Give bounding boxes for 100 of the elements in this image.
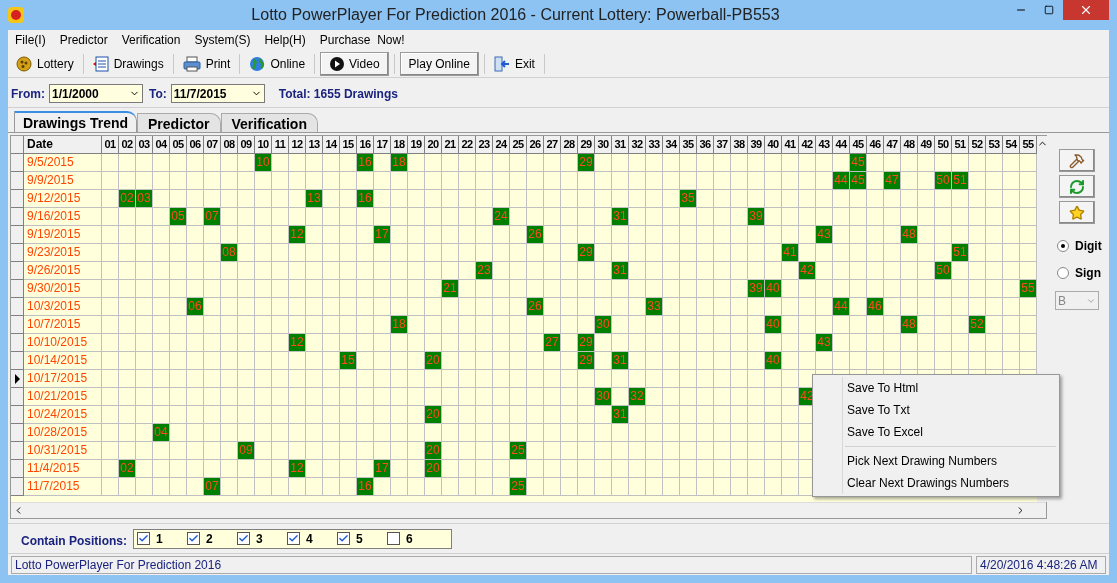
position-label: 1 — [156, 530, 163, 548]
number-cell: 47 — [884, 172, 900, 189]
context-menu-item[interactable]: Save To Txt — [813, 399, 1059, 421]
number-cell: 05 — [170, 208, 186, 225]
checkbox[interactable] — [287, 532, 300, 545]
menu-item[interactable]: Predictor — [59, 31, 108, 49]
column-header: 31 — [612, 136, 629, 154]
context-menu-item[interactable]: Save To Excel — [813, 421, 1059, 443]
number-cell: 50 — [935, 262, 951, 279]
play-icon — [329, 55, 346, 72]
menu-item[interactable]: Help(H) — [264, 31, 306, 49]
number-cell: 20 — [425, 460, 441, 477]
number-cell: 17 — [374, 226, 390, 243]
column-header: 11 — [272, 136, 289, 154]
number-cell: 45 — [850, 154, 866, 171]
number-cell: 44 — [833, 298, 849, 315]
date-cell-text: 9/26/2015 — [26, 262, 82, 279]
radio-button[interactable] — [1057, 240, 1069, 252]
row-header[interactable] — [11, 370, 24, 388]
from-date-dropdown[interactable]: 1/1/2000 — [49, 84, 143, 103]
hammer-icon — [1069, 152, 1085, 169]
side-button[interactable] — [1059, 149, 1095, 172]
tab[interactable]: Predictor — [137, 113, 221, 132]
column-header: 24 — [493, 136, 510, 154]
number-cell: 55 — [1020, 280, 1036, 297]
number-cell: 29 — [578, 154, 594, 171]
date-cell-text: 10/17/2015 — [26, 370, 89, 387]
globe-icon — [249, 55, 266, 72]
column-header: 44 — [833, 136, 850, 154]
toolbar-button[interactable]: Play Online — [399, 51, 479, 76]
toolbar-button[interactable]: Video — [320, 51, 389, 76]
number-cell: 30 — [595, 388, 611, 405]
context-menu-item[interactable]: Clear Next Drawings Numbers — [813, 472, 1059, 494]
column-header: 33 — [646, 136, 663, 154]
column-header: Date — [24, 136, 102, 154]
toolbar-button[interactable]: Print — [178, 51, 235, 76]
number-cell: 50 — [935, 172, 951, 189]
column-header: 29 — [578, 136, 595, 154]
context-menu-item[interactable]: Pick Next Drawing Numbers — [813, 450, 1059, 472]
date-cell-text: 10/3/2015 — [26, 298, 82, 315]
column-header: 25 — [510, 136, 527, 154]
menu-item[interactable]: Verification — [121, 31, 181, 49]
date-cell-text: 10/31/2015 — [26, 442, 89, 459]
checkbox[interactable] — [387, 532, 400, 545]
toolbar-button[interactable]: Drawings — [88, 51, 168, 76]
horizontal-scrollbar[interactable] — [11, 502, 1046, 518]
tab[interactable]: Drawings Trend — [14, 111, 138, 132]
star-icon — [1069, 204, 1085, 221]
position-label: 4 — [306, 530, 313, 548]
column-header: 26 — [527, 136, 544, 154]
grid-corner-header[interactable] — [11, 136, 24, 154]
number-cell: 48 — [901, 226, 917, 243]
checkbox[interactable] — [337, 532, 350, 545]
context-menu-item[interactable]: Save To Html — [813, 377, 1059, 399]
toolbar-button[interactable]: Online — [245, 51, 310, 76]
column-header: 40 — [765, 136, 782, 154]
side-button[interactable] — [1059, 201, 1095, 224]
number-cell: 10 — [255, 154, 271, 171]
number-cell: 32 — [629, 388, 645, 405]
position-label: 2 — [206, 530, 213, 548]
tab[interactable]: Verification — [220, 113, 318, 132]
number-cell: 27 — [544, 334, 560, 351]
column-header: 22 — [459, 136, 476, 154]
number-cell: 23 — [476, 262, 492, 279]
number-cell: 39 — [748, 208, 764, 225]
menu-item[interactable]: Purchase Now! — [319, 31, 405, 49]
list-icon — [92, 55, 109, 72]
number-cell: 35 — [680, 190, 696, 207]
toolbar-button[interactable]: Lottery — [12, 51, 78, 76]
column-header: 55 — [1020, 136, 1037, 154]
column-header: 09 — [238, 136, 255, 154]
column-header: 15 — [340, 136, 357, 154]
number-cell: 16 — [357, 478, 373, 495]
number-cell: 20 — [425, 352, 441, 369]
column-header: 05 — [170, 136, 187, 154]
column-header: 06 — [187, 136, 204, 154]
menu-item[interactable]: File(I) — [15, 31, 46, 49]
to-date-dropdown[interactable]: 11/7/2015 — [170, 84, 265, 103]
date-cell-text: 10/24/2015 — [26, 406, 89, 423]
number-cell: 12 — [289, 226, 305, 243]
column-header: 34 — [663, 136, 680, 154]
number-cell: 30 — [595, 316, 611, 333]
column-header: 10 — [255, 136, 272, 154]
checkbox[interactable] — [187, 532, 200, 545]
date-cell-text: 10/21/2015 — [26, 388, 89, 405]
contain-positions-label: Contain Positions: — [21, 532, 127, 550]
number-cell: 43 — [816, 226, 832, 243]
position-label: 6 — [406, 530, 413, 548]
toolbar-button[interactable]: Exit — [489, 51, 539, 76]
column-header: 17 — [374, 136, 391, 154]
side-button[interactable] — [1059, 175, 1095, 198]
checkbox[interactable] — [137, 532, 150, 545]
column-header: 35 — [680, 136, 697, 154]
menu-item[interactable]: System(S) — [194, 31, 251, 49]
radio-button[interactable] — [1057, 267, 1069, 279]
column-header: 14 — [323, 136, 340, 154]
checkbox[interactable] — [237, 532, 250, 545]
number-cell: 31 — [612, 352, 628, 369]
number-cell: 25 — [510, 478, 526, 495]
position-label: 5 — [356, 530, 363, 548]
